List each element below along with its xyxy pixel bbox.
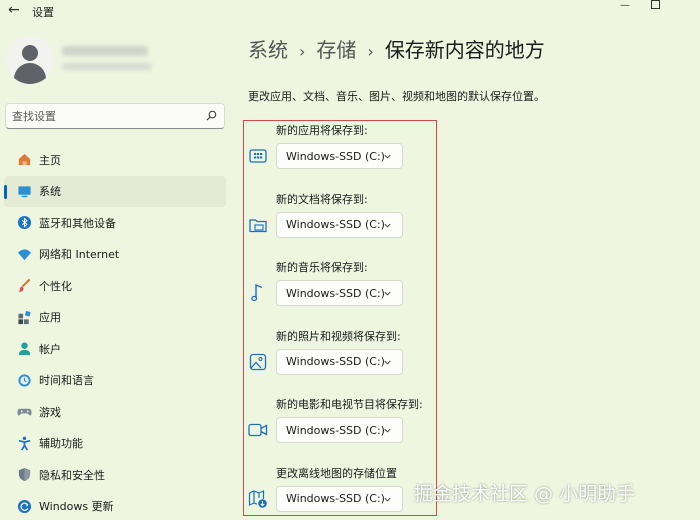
image-icon [248, 352, 268, 372]
setting-row-apps: 新的应用将保存到: Windows-SSD (C:) [246, 122, 436, 172]
sidebar-item-personalization[interactable]: 个性化 [4, 270, 226, 302]
sidebar-item-network[interactable]: 网络和 Internet [4, 239, 226, 271]
sidebar-nav: 主页 系统 蓝牙和其他设备 网络和 Internet 个性化 应用 帐户 时间和… [0, 144, 232, 520]
breadcrumb-system[interactable]: 系统 [248, 34, 288, 63]
apps-icon [16, 309, 32, 325]
chevron-down-icon [384, 154, 391, 159]
documents-location-dropdown[interactable]: Windows-SSD (C:) [276, 211, 403, 238]
avatar[interactable] [6, 36, 54, 84]
sidebar-item-home[interactable]: 主页 [4, 144, 226, 176]
sidebar-item-time-language[interactable]: 时间和语言 [4, 365, 226, 397]
folder-document-icon [248, 215, 268, 235]
chevron-down-icon [384, 497, 391, 502]
watermark: 掘金技术社区 @ 小明助手 [414, 483, 636, 505]
chevron-down-icon [384, 428, 391, 433]
maximize-button[interactable] [651, 0, 660, 12]
gamepad-icon [16, 404, 32, 420]
search-input[interactable] [12, 107, 197, 125]
page-title: 保存新内容的地方 [384, 38, 545, 62]
sidebar-item-privacy[interactable]: 隐私和安全性 [4, 459, 226, 491]
apps-storage-icon [248, 146, 268, 166]
setting-row-offline-maps: 更改离线地图的存储位置 Windows-SSD (C:) [246, 465, 436, 515]
offline-maps-location-dropdown[interactable]: Windows-SSD (C:) [276, 485, 403, 512]
music-location-dropdown[interactable]: Windows-SSD (C:) [276, 280, 403, 306]
home-icon [16, 152, 32, 168]
sidebar-item-accessibility[interactable]: 辅助功能 [4, 428, 226, 460]
page-description: 更改应用、文档、音乐、图片、视频和地图的默认保存位置。 [248, 90, 545, 103]
breadcrumb-separator: › [367, 42, 374, 61]
sidebar-item-accounts[interactable]: 帐户 [4, 333, 226, 365]
movies-tv-location-dropdown[interactable]: Windows-SSD (C:) [276, 417, 403, 443]
sidebar-item-bluetooth[interactable]: 蓝牙和其他设备 [4, 207, 226, 239]
user-email-redacted [62, 63, 152, 70]
bluetooth-icon [16, 215, 32, 231]
sidebar-item-gaming[interactable]: 游戏 [4, 396, 226, 428]
setting-row-music: 新的音乐将保存到: Windows-SSD (C:) [246, 259, 436, 309]
sidebar-item-windows-update[interactable]: Windows 更新 [4, 491, 226, 520]
sidebar-item-system[interactable]: 系统 [4, 175, 226, 207]
brush-icon [16, 278, 32, 294]
breadcrumb: 系统 › 存储 › 保存新内容的地方 [248, 34, 545, 63]
setting-row-movies-tv: 新的电影和电视节目将保存到: Windows-SSD (C:) [246, 396, 436, 446]
setting-row-photos-videos: 新的照片和视频将保存到: Windows-SSD (C:) [246, 328, 436, 378]
photos-videos-location-dropdown[interactable]: Windows-SSD (C:) [276, 348, 403, 375]
search-icon[interactable] [206, 110, 217, 121]
breadcrumb-storage[interactable]: 存储 [316, 34, 356, 63]
apps-location-dropdown[interactable]: Windows-SSD (C:) [276, 143, 403, 169]
wifi-icon [16, 246, 32, 262]
title-bar: ← 设置 — [0, 0, 700, 22]
sidebar-item-apps[interactable]: 应用 [4, 302, 226, 334]
update-icon [16, 498, 32, 514]
highlight-annotation-box [243, 120, 437, 516]
app-title: 设置 [32, 6, 54, 19]
minimize-button[interactable]: — [620, 0, 630, 11]
chevron-down-icon [384, 291, 391, 296]
clock-globe-icon [16, 372, 32, 388]
maximize-icon [651, 0, 660, 9]
breadcrumb-separator: › [299, 42, 306, 61]
map-download-icon [248, 489, 268, 509]
monitor-icon [16, 183, 32, 199]
user-name-redacted [62, 46, 148, 56]
accessibility-icon [16, 435, 32, 451]
person-icon [16, 341, 32, 357]
video-camera-icon [248, 420, 268, 440]
shield-icon [16, 467, 32, 483]
chevron-down-icon [384, 223, 391, 228]
setting-row-documents: 新的文档将保存到: Windows-SSD (C:) [246, 191, 436, 241]
search-box[interactable] [5, 103, 225, 129]
music-note-icon [248, 283, 268, 303]
arrow-left-icon[interactable]: ← [8, 2, 24, 18]
chevron-down-icon [384, 360, 391, 365]
